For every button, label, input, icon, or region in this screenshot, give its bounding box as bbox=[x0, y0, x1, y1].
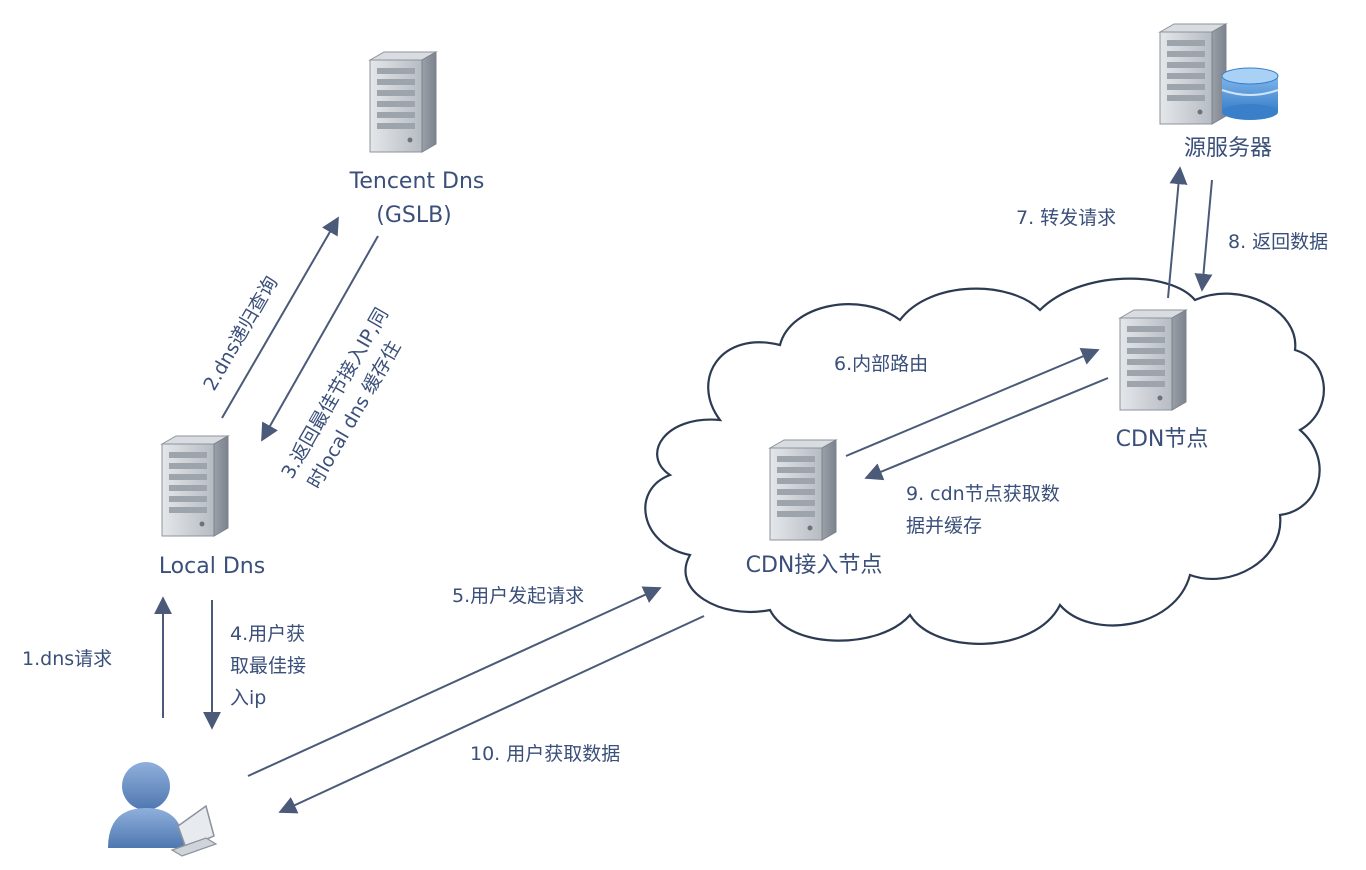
source-server-label: 源服务器 bbox=[1184, 136, 1272, 161]
cloud-shape bbox=[644, 277, 1325, 645]
local-dns-label: Local Dns bbox=[159, 554, 265, 579]
tencent-dns-server-icon bbox=[369, 51, 437, 153]
step-7-label: 7. 转发请求 bbox=[1016, 207, 1116, 229]
user-icon bbox=[108, 762, 184, 848]
step-10-label: 10. 用户获取数据 bbox=[470, 743, 620, 765]
cdn-access-node-server-icon bbox=[769, 439, 837, 541]
step-1-label: 1.dns请求 bbox=[22, 648, 112, 670]
step-9-label-line2: 据并缓存 bbox=[906, 515, 982, 537]
step-8-label: 8. 返回数据 bbox=[1228, 231, 1328, 253]
step-4-label-line3: 入ip bbox=[230, 687, 266, 709]
arrow-10-user-gets-data bbox=[278, 615, 705, 814]
local-dns-server-icon bbox=[161, 435, 229, 537]
step-4-label-line2: 取最佳接 bbox=[230, 655, 306, 677]
cdn-access-node-label: CDN接入节点 bbox=[746, 553, 883, 578]
cdn-flow-diagram: Tencent Dns (GSLB) 源服务器 Local Dns CDN节点 … bbox=[22, 23, 1328, 857]
step-9-label-line1: 9. cdn节点获取数 bbox=[906, 483, 1060, 505]
cdn-node-server-icon bbox=[1119, 309, 1187, 411]
tencent-dns-label: Tencent Dns bbox=[349, 169, 485, 194]
arrow-7-forward-request bbox=[1167, 166, 1188, 299]
tencent-dns-sublabel: (GSLB) bbox=[376, 203, 452, 228]
arrow-8-return-data bbox=[1194, 179, 1213, 292]
database-icon bbox=[1221, 67, 1279, 120]
cdn-node-label: CDN节点 bbox=[1116, 427, 1209, 452]
step-6-label: 6.内部路由 bbox=[834, 353, 928, 375]
step-4-label-line1: 4.用户获 bbox=[230, 623, 305, 645]
step-5-label: 5.用户发起请求 bbox=[452, 585, 584, 607]
source-server-icon bbox=[1159, 23, 1227, 125]
